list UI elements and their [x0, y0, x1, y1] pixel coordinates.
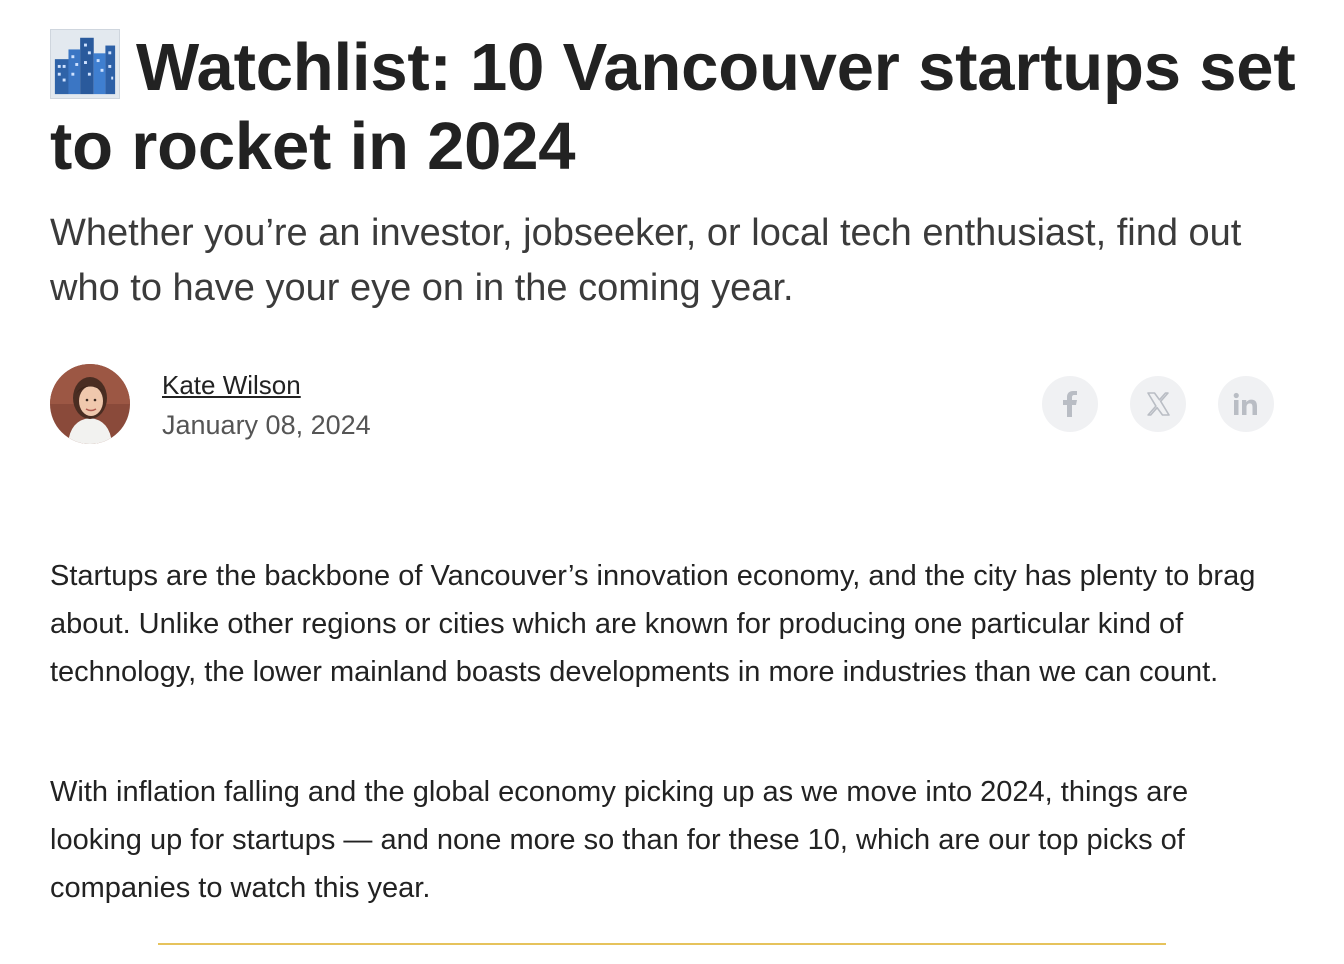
- byline: Kate Wilson January 08, 2024: [50, 364, 1280, 446]
- article-paragraph: Startups are the backbone of Vancouver’s…: [50, 560, 1256, 688]
- article-title: Watchlist: 10 Vancouver startups set to …: [50, 28, 1300, 186]
- publish-date: January 08, 2024: [162, 410, 371, 440]
- x-icon: [1147, 392, 1170, 416]
- cityscape-icon: [50, 29, 120, 99]
- article-title-text: Watchlist: 10 Vancouver startups set to …: [50, 30, 1296, 184]
- share-linkedin-button[interactable]: [1218, 376, 1274, 432]
- article-subtitle: Whether you’re an investor, jobseeker, o…: [50, 212, 1242, 309]
- share-x-button[interactable]: [1130, 376, 1186, 432]
- share-facebook-button[interactable]: [1042, 376, 1098, 432]
- facebook-icon: [1063, 391, 1077, 417]
- article-paragraph: With inflation falling and the global ec…: [50, 776, 1189, 904]
- author-avatar[interactable]: [50, 364, 130, 444]
- linkedin-icon: [1233, 392, 1257, 415]
- author-name-link[interactable]: Kate Wilson: [162, 370, 301, 400]
- section-divider: [158, 943, 1166, 945]
